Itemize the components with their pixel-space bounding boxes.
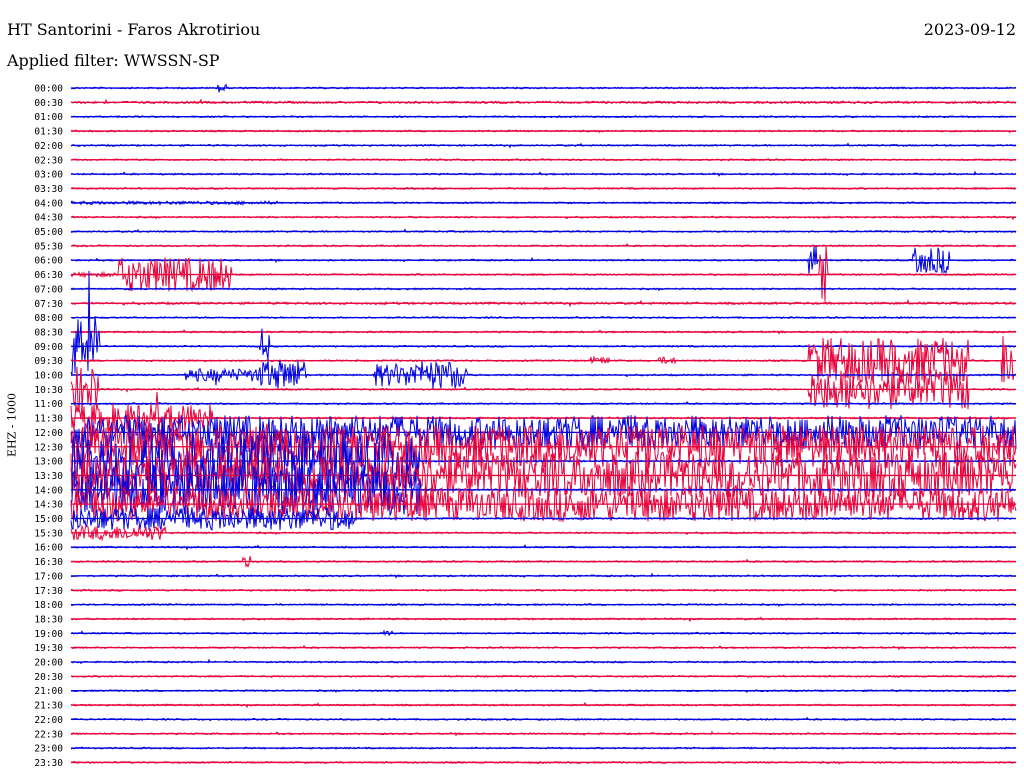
time-tick-label: 07:00 [34, 284, 63, 295]
time-tick-label: 14:00 [34, 485, 63, 496]
time-tick-label: 15:30 [34, 528, 63, 539]
time-tick-label: 18:00 [34, 600, 63, 611]
time-tick-label: 03:00 [34, 170, 63, 181]
time-tick-label: 04:00 [34, 198, 63, 209]
time-tick-label: 13:00 [34, 457, 63, 468]
trace-row [70, 245, 1017, 302]
trace-row [70, 270, 1017, 375]
time-tick-label: 01:30 [34, 127, 63, 138]
time-tick-label: 06:00 [34, 256, 63, 267]
time-tick-label: 16:00 [34, 543, 63, 554]
time-tick-label: 11:00 [34, 399, 63, 410]
time-tick-label: 22:30 [34, 729, 63, 740]
time-tick-label: 17:00 [34, 571, 63, 582]
helicorder-plot: 00:00 00:30 01:00 01:30 02:00 02:30 03:00 03:30… [34, 84, 1017, 769]
time-tick-label: 07:30 [34, 299, 63, 310]
time-tick-label: 02:00 [34, 141, 63, 152]
time-tick-label: 20:30 [34, 672, 63, 683]
time-tick-label: 10:00 [34, 371, 63, 382]
trace-row [70, 336, 1017, 385]
time-tick-label: 00:30 [34, 98, 63, 109]
time-tick-label: 09:30 [34, 356, 63, 367]
time-tick-label: 19:30 [34, 643, 63, 654]
time-tick-label: 21:30 [34, 701, 63, 712]
time-tick-label: 20:00 [34, 658, 63, 669]
time-tick-label: 09:00 [34, 342, 63, 353]
time-tick-label: 05:30 [34, 241, 63, 252]
time-tick-label: 10:30 [34, 385, 63, 396]
time-tick-label: 14:30 [34, 500, 63, 511]
time-tick-label: 21:00 [34, 686, 63, 697]
time-tick-label: 08:30 [34, 327, 63, 338]
time-tick-label: 23:30 [34, 758, 63, 769]
time-tick-label: 05:00 [34, 227, 63, 238]
time-tick-label: 04:30 [34, 213, 63, 224]
time-tick-label: 01:00 [34, 112, 63, 123]
time-tick-label: 00:00 [34, 84, 63, 95]
time-tick-label: 11:30 [34, 414, 63, 425]
time-tick-label: 23:00 [34, 744, 63, 755]
time-tick-label: 15:00 [34, 514, 63, 525]
time-tick-label: 13:30 [34, 471, 63, 482]
time-tick-label: 03:30 [34, 184, 63, 195]
time-tick-label: 06:30 [34, 270, 63, 281]
time-tick-label: 17:30 [34, 586, 63, 597]
time-tick-label: 08:00 [34, 313, 63, 324]
time-tick-label: 16:30 [34, 557, 63, 568]
time-tick-label: 12:00 [34, 428, 63, 439]
time-tick-label: 22:00 [34, 715, 63, 726]
time-tick-label: 12:30 [34, 442, 63, 453]
time-tick-label: 18:30 [34, 614, 63, 625]
time-tick-label: 02:30 [34, 155, 63, 166]
time-tick-label: 19:00 [34, 629, 63, 640]
